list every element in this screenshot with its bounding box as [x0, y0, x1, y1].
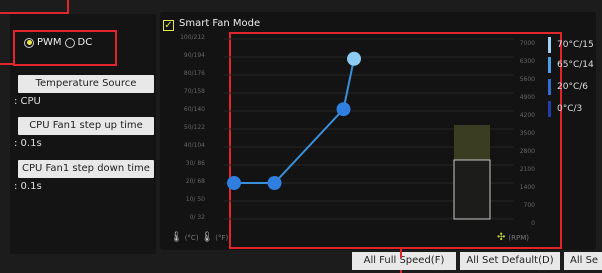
temperature-source-value: : CPU — [14, 96, 41, 107]
temp-tick: 80/176 — [183, 70, 205, 77]
pwm-label: PWM — [37, 37, 62, 48]
fan-mode-highlight — [13, 30, 117, 66]
legend-item: 20°C/6 — [548, 79, 588, 95]
temp-tick: 30/ 86 — [185, 160, 205, 167]
legend-swatch — [548, 37, 551, 53]
fan-mode-selector[interactable]: PWM DC — [24, 37, 92, 48]
fan-curve-point[interactable] — [267, 176, 282, 190]
fan-curve-graph[interactable] — [224, 35, 514, 235]
callout-line-left — [0, 63, 14, 65]
temp-tick: 10/ 50 — [185, 196, 205, 203]
fan-curve-point[interactable] — [347, 51, 361, 66]
temp-tick: 50/122 — [183, 124, 205, 131]
dc-label: DC — [77, 37, 93, 48]
legend-swatch — [548, 101, 551, 117]
rpm-bar-fill — [453, 159, 491, 220]
legend-item: 65°C/14 — [548, 57, 594, 73]
legend-item: 70°C/15 — [548, 37, 594, 53]
fan-curve-point[interactable] — [336, 102, 351, 117]
callout-line-bottom-top — [400, 248, 402, 258]
thermometer-icon: 🌡 — [200, 232, 214, 243]
dc-radio[interactable] — [64, 37, 75, 48]
step-up-time-value: : 0.1s — [14, 138, 42, 149]
all-set-cancel-button[interactable]: All Se — [564, 252, 602, 270]
step-down-time-value: : 0.1s — [14, 181, 42, 192]
celsius-label: (°C) — [184, 233, 199, 242]
fan-curve-point[interactable] — [227, 176, 241, 190]
legend-label: 0°C/3 — [557, 104, 583, 114]
temp-tick: 90/194 — [183, 52, 205, 59]
smart-fan-label: Smart Fan Mode — [179, 18, 261, 29]
legend-item: 0°C/3 — [548, 101, 582, 117]
temp-tick: 20/ 68 — [185, 178, 205, 185]
legend-label: 20°C/6 — [557, 82, 588, 92]
legend-swatch — [548, 79, 551, 95]
step-down-time-button[interactable]: CPU Fan1 step down time — [18, 160, 154, 178]
temp-tick: 40/104 — [183, 142, 205, 149]
fan-curve-line — [234, 58, 355, 184]
temp-tick: 100/212 — [180, 34, 205, 41]
temp-tick: 0/ 32 — [189, 214, 205, 221]
step-up-time-button[interactable]: CPU Fan1 step up time — [18, 117, 154, 135]
temperature-source-button[interactable]: Temperature Source — [18, 75, 154, 93]
legend-label: 70°C/15 — [557, 40, 594, 50]
callout-line-top-h — [0, 12, 69, 14]
thermometer-icon: 🌡 — [170, 232, 183, 243]
temp-units: 🌡 (°C) 🌡 (°F) — [170, 232, 228, 243]
pwm-radio[interactable] — [24, 37, 34, 48]
legend-label: 65°C/14 — [557, 60, 594, 70]
fan-curve-points[interactable] — [227, 51, 361, 190]
all-set-default-button[interactable]: All Set Default(D) — [460, 252, 560, 270]
temp-tick: 70/158 — [183, 88, 205, 95]
all-full-speed-button[interactable]: All Full Speed(F) — [352, 252, 456, 270]
temp-tick: 60/140 — [183, 106, 205, 113]
legend-swatch — [548, 57, 551, 73]
smart-fan-checkbox[interactable]: ✓ — [163, 20, 174, 31]
